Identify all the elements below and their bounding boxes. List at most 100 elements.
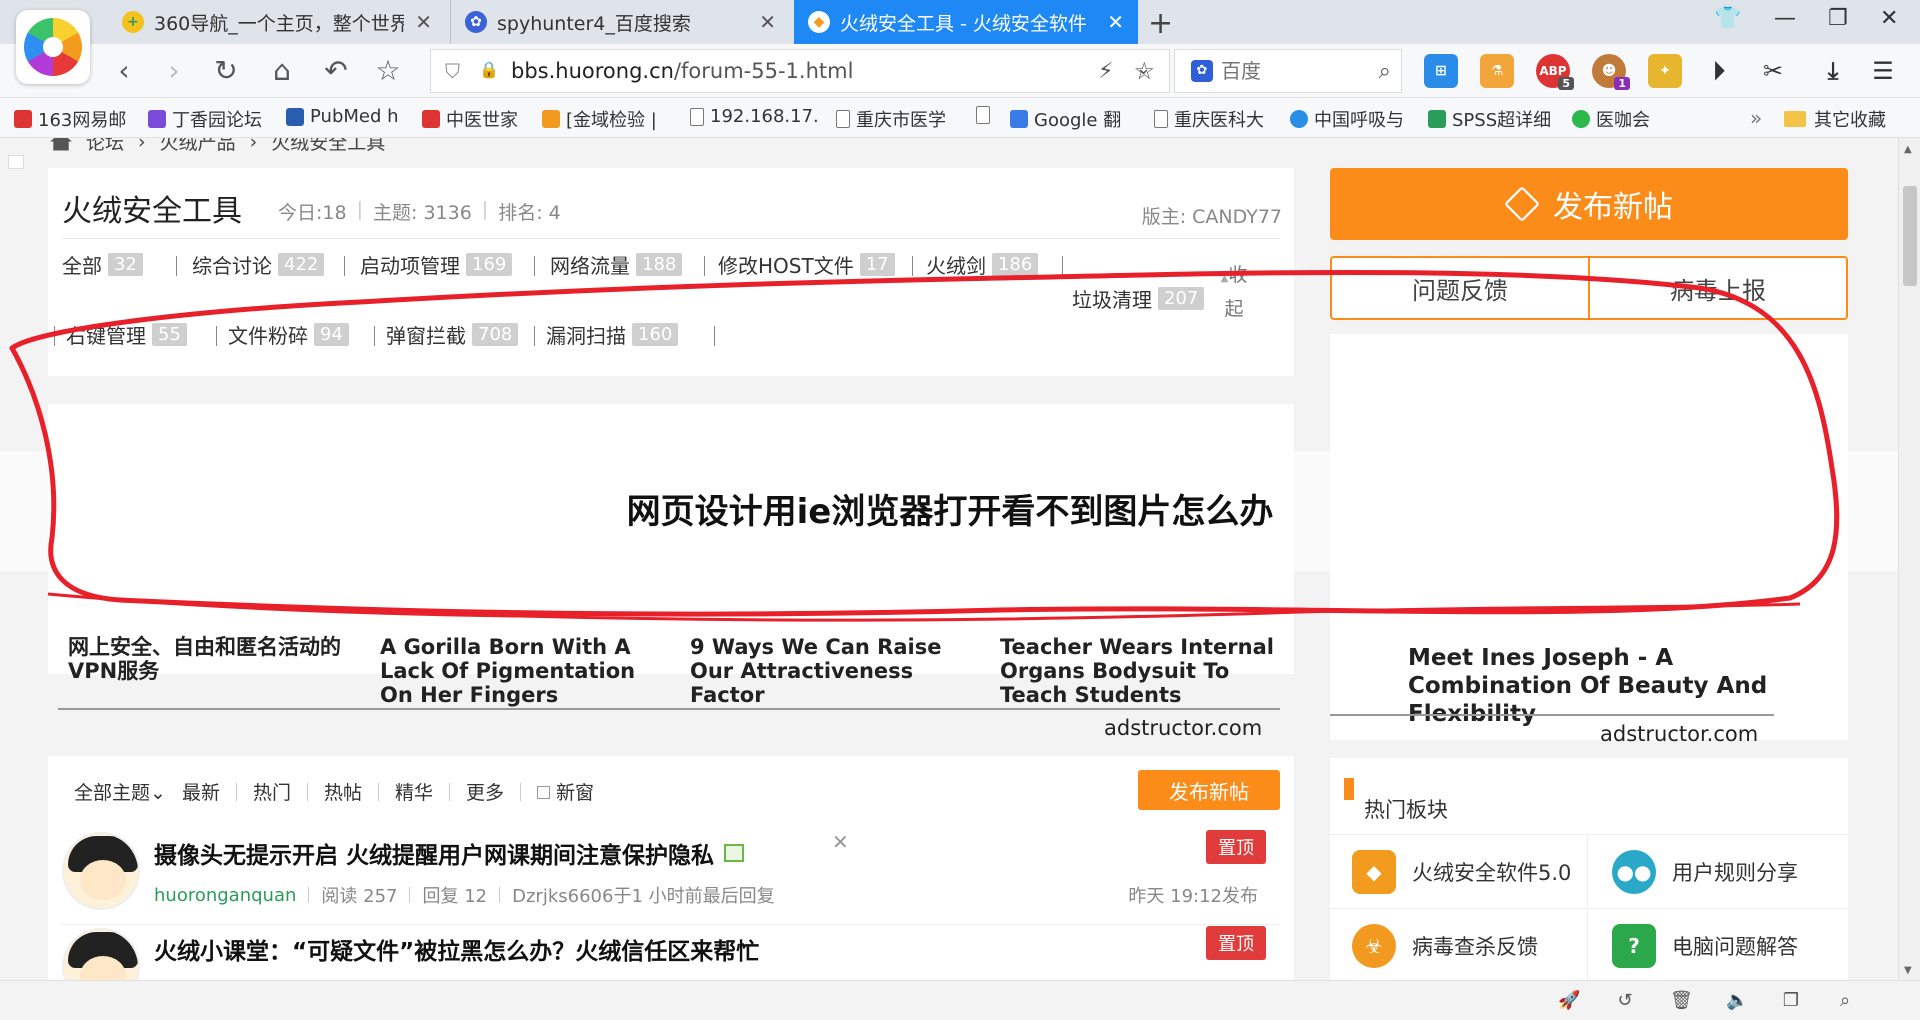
moderator[interactable]: 版主: CANDY77 bbox=[1142, 202, 1282, 229]
hot-item-huorong5[interactable]: ◆ 火绒安全软件5.0 bbox=[1330, 834, 1588, 908]
forward-icon[interactable]: › bbox=[156, 54, 192, 87]
breadcrumb-forum[interactable]: 论坛 bbox=[86, 138, 124, 155]
category-popup-block[interactable]: 弹窗拦截 708 bbox=[386, 320, 519, 349]
tab-360-nav[interactable]: + 360导航_一个主页，整个世界 ✕ bbox=[108, 0, 446, 44]
close-window-icon[interactable]: ✕ bbox=[1880, 6, 1898, 31]
windows-icon[interactable]: ⊞ bbox=[1424, 54, 1458, 88]
bookmark-cq-medical[interactable]: 重庆市医学 bbox=[836, 106, 960, 132]
thread-title[interactable]: 火绒小课堂：“可疑文件”被拉黑怎么办？火绒信任区来帮忙 bbox=[154, 932, 759, 966]
browser-logo[interactable] bbox=[16, 10, 90, 84]
filter-featured[interactable]: 精华 bbox=[395, 778, 433, 805]
hot-item-pc-questions[interactable]: ? 电脑问题解答 bbox=[1590, 908, 1848, 980]
left-toggle[interactable] bbox=[8, 155, 24, 169]
close-icon[interactable]: ✕ bbox=[759, 10, 776, 34]
address-bar[interactable]: ⛉ 🔒 bbs.huorong.cn/forum-55-1.html ⚡ ☆ bbox=[430, 49, 1170, 93]
search-icon[interactable]: ⌕ bbox=[1379, 59, 1391, 84]
thread-last-reply[interactable]: Dzrjks6606于1 小时前最后回复 bbox=[512, 882, 775, 908]
collapse-toggle[interactable]: ▲收起 bbox=[1220, 260, 1248, 324]
shield-icon[interactable]: ⛉ bbox=[445, 59, 469, 83]
bookmark-blank[interactable] bbox=[976, 106, 996, 124]
publish-new-post-button[interactable]: 发布新帖 bbox=[1330, 168, 1848, 240]
scissors-icon[interactable]: ✂ bbox=[1756, 54, 1790, 88]
speaker-icon[interactable]: 🔈 bbox=[1726, 990, 1748, 1012]
category-vuln-scan[interactable]: 漏洞扫描 160 bbox=[546, 320, 679, 349]
category-traffic[interactable]: 网络流量 188 bbox=[550, 250, 683, 279]
category-cleanup[interactable]: 垃圾清理 207 bbox=[1072, 284, 1205, 313]
bookmark-spss[interactable]: SPSS超详细 bbox=[1428, 106, 1554, 132]
back-icon[interactable]: ‹ bbox=[106, 54, 142, 87]
scroll-thumb[interactable] bbox=[1903, 186, 1917, 286]
chevron-down-icon[interactable]: ⌄ bbox=[1136, 58, 1151, 79]
bookmark-dxy[interactable]: 丁香园论坛 bbox=[148, 106, 272, 132]
bookmarks-more-icon[interactable]: » bbox=[1750, 106, 1762, 130]
new-window-checkbox[interactable] bbox=[537, 786, 551, 799]
avatar[interactable] bbox=[62, 832, 140, 910]
issue-feedback-button[interactable]: 问题反馈 bbox=[1332, 258, 1588, 318]
insecure-lock-icon[interactable]: 🔒 bbox=[479, 60, 501, 82]
virus-report-button[interactable]: 病毒上报 bbox=[1588, 258, 1846, 318]
microscope-icon[interactable]: ⚗ bbox=[1480, 54, 1514, 88]
monkey-icon[interactable]: ☻ 1 bbox=[1592, 54, 1630, 90]
bookmark-cqmu[interactable]: 重庆医科大 bbox=[1154, 106, 1278, 132]
ad-item-ines-joseph[interactable]: Meet Ines Joseph - A Combination Of Beau… bbox=[1408, 644, 1808, 730]
new-window-toggle[interactable]: 新窗 bbox=[537, 778, 594, 805]
ad-source-link[interactable]: adstructor.com bbox=[1600, 722, 1758, 746]
download-icon[interactable]: ⤓ bbox=[1816, 54, 1850, 88]
category-shredder[interactable]: 文件粉碎 94 bbox=[228, 320, 349, 349]
minimize-icon[interactable]: — bbox=[1774, 6, 1796, 31]
thread-row[interactable]: 摄像头无提示开启 火绒提醒用户网课期间注意保护隐私 ✕ 置顶 huorongan… bbox=[62, 818, 1280, 916]
bookmark-respiratory[interactable]: 中国呼吸与 bbox=[1290, 106, 1410, 132]
close-icon[interactable]: ✕ bbox=[832, 830, 849, 854]
filter-hot-posts[interactable]: 热帖 bbox=[324, 778, 362, 805]
ad-item-gorilla[interactable]: A Gorilla Born With A Lack Of Pigmentati… bbox=[380, 635, 670, 707]
search-input[interactable] bbox=[1221, 59, 1361, 83]
search-box[interactable]: ✿ ⌕ bbox=[1174, 49, 1402, 93]
bookmark-pubmed[interactable]: PubMed h bbox=[286, 106, 404, 127]
rocket-icon[interactable]: 🚀 bbox=[1558, 990, 1580, 1012]
tab-huorong-forum[interactable]: ◆ 火绒安全工具 - 火绒安全软件 - ✕ bbox=[794, 0, 1138, 44]
bookmark-163-mail[interactable]: 163网易邮 bbox=[14, 106, 130, 132]
tiger-icon[interactable]: ✦ bbox=[1648, 54, 1682, 88]
lightning-icon[interactable]: ⚡ bbox=[1098, 59, 1113, 84]
close-icon[interactable]: ✕ bbox=[415, 10, 432, 34]
undo-icon[interactable]: ↶ bbox=[318, 54, 354, 87]
refresh-circle-icon[interactable]: ↺ bbox=[1614, 990, 1636, 1012]
vertical-scrollbar[interactable]: ▲ ▼ bbox=[1898, 138, 1920, 980]
breadcrumb-products[interactable]: 火绒产品 bbox=[160, 138, 236, 155]
bookmark-local-ip[interactable]: 192.168.17. bbox=[690, 106, 818, 127]
category-context-menu[interactable]: 右键管理 55 bbox=[66, 320, 187, 349]
close-icon[interactable]: ✕ bbox=[1107, 10, 1124, 34]
bookmark-zyss[interactable]: 中医世家 bbox=[422, 106, 534, 132]
category-huorong-sword[interactable]: 火绒剑 186 bbox=[926, 250, 1039, 279]
publish-new-post-button-small[interactable]: 发布新帖 bbox=[1138, 770, 1280, 810]
filter-all-topics[interactable]: 全部主题⌄ bbox=[74, 778, 166, 805]
ad-item-attractiveness[interactable]: 9 Ways We Can Raise Our Attractiveness F… bbox=[690, 635, 980, 707]
ad-source-link[interactable]: adstructor.com bbox=[1104, 716, 1262, 740]
home-icon[interactable]: ⌂ bbox=[264, 54, 300, 87]
favorite-star-icon[interactable]: ☆ bbox=[370, 54, 406, 87]
url-text[interactable]: bbs.huorong.cn/forum-55-1.html bbox=[511, 59, 853, 83]
bookmark-google-translate[interactable]: Google 翻 bbox=[1010, 106, 1134, 132]
adblock-icon[interactable]: ABP 5 bbox=[1536, 54, 1574, 90]
home-icon[interactable] bbox=[50, 138, 72, 151]
filter-latest[interactable]: 最新 bbox=[182, 778, 220, 805]
thread-row[interactable]: 火绒小课堂：“可疑文件”被拉黑怎么办？火绒信任区来帮忙 置顶 bbox=[62, 914, 1280, 980]
bookmark-other-folder[interactable]: 其它收藏 bbox=[1784, 106, 1886, 132]
ad-item-vpn[interactable]: 网上安全、自由和匿名活动的VPN服务 bbox=[68, 635, 368, 683]
hot-item-virus-feedback[interactable]: ☣ 病毒查杀反馈 bbox=[1330, 908, 1588, 980]
reload-icon[interactable]: ↻ bbox=[208, 54, 244, 87]
restore-icon[interactable]: ❐ bbox=[1828, 6, 1848, 31]
menu-icon[interactable]: ☰ bbox=[1866, 54, 1900, 88]
zoom-search-icon[interactable]: ⌕ bbox=[1834, 990, 1856, 1012]
bookmark-kingmed[interactable]: [金域检验 | bbox=[542, 106, 672, 132]
bookmark-yikahui[interactable]: 医咖会 bbox=[1572, 106, 1672, 132]
ad-item-teacher[interactable]: Teacher Wears Internal Organs Bodysuit T… bbox=[1000, 635, 1280, 707]
avatar[interactable] bbox=[62, 928, 140, 980]
trash-icon[interactable]: 🗑 bbox=[1670, 990, 1693, 1012]
category-general[interactable]: 综合讨论 422 bbox=[192, 250, 325, 279]
hot-item-user-rules[interactable]: ●● 用户规则分享 bbox=[1590, 834, 1848, 908]
shirt-skin-icon[interactable]: 👕 bbox=[1714, 6, 1741, 31]
scroll-down-icon[interactable]: ▼ bbox=[1904, 965, 1912, 976]
new-tab-icon[interactable]: + bbox=[1148, 6, 1173, 41]
category-startup[interactable]: 启动项管理 169 bbox=[360, 250, 513, 279]
